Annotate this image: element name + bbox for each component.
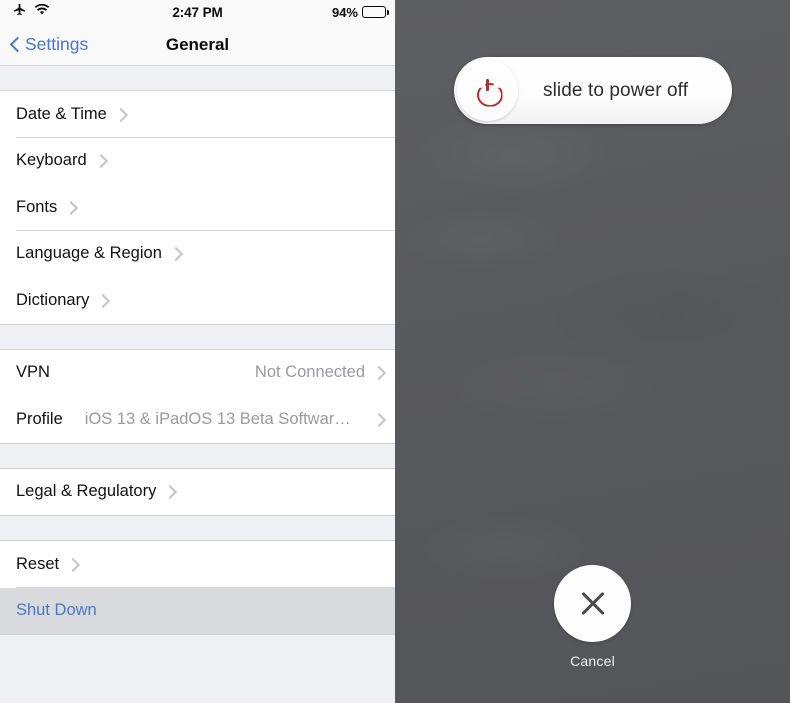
slide-to-power-off-slider[interactable]: slide to power off [454, 57, 732, 124]
navigation-bar: Settings General [0, 24, 395, 66]
row-profile[interactable]: Profile iOS 13 & iPadOS 13 Beta Softwar… [0, 396, 395, 443]
row-reset[interactable]: Reset [0, 541, 395, 588]
settings-general-panel: 2:47 PM 94% Settings General Date & Time [0, 0, 395, 703]
row-label: Language & Region [16, 244, 162, 263]
row-shut-down[interactable]: Shut Down [0, 587, 395, 634]
back-button-label: Settings [25, 34, 89, 54]
row-value: iOS 13 & iPadOS 13 Beta Softwar… [84, 409, 351, 428]
settings-group-4: Reset Shut Down [0, 540, 395, 635]
power-slider-knob[interactable] [457, 60, 518, 121]
status-bar-right: 94% [331, 4, 389, 20]
row-label: Date & Time [16, 104, 107, 123]
back-to-settings-button[interactable]: Settings [10, 34, 88, 55]
battery-icon [362, 6, 389, 18]
status-bar: 2:47 PM 94% [0, 0, 395, 24]
row-label: Shut Down [16, 601, 97, 620]
row-value: Not Connected [254, 363, 365, 382]
chevron-right-icon [98, 293, 107, 308]
chevron-right-icon [374, 365, 383, 380]
row-keyboard[interactable]: Keyboard [0, 137, 395, 184]
row-label: Profile [16, 409, 63, 428]
row-label: Legal & Regulatory [16, 482, 157, 501]
screen: 2:47 PM 94% Settings General Date & Time [0, 0, 790, 703]
close-x-icon [578, 589, 608, 619]
row-label: Fonts [16, 197, 58, 216]
settings-group-3: Legal & Regulatory [0, 467, 395, 516]
chevron-right-icon [66, 200, 75, 215]
row-language-and-region[interactable]: Language & Region [0, 230, 395, 277]
power-icon [476, 78, 500, 103]
airplane-icon [12, 2, 27, 22]
row-vpn[interactable]: VPN Not Connected [0, 349, 395, 396]
row-label: VPN [16, 363, 50, 382]
row-fonts[interactable]: Fonts [0, 184, 395, 231]
cancel-button[interactable] [554, 565, 631, 642]
chevron-right-icon [165, 484, 174, 499]
row-legal-and-regulatory[interactable]: Legal & Regulatory [0, 468, 395, 515]
power-off-overlay: slide to power off Cancel [395, 0, 790, 703]
chevron-right-icon [374, 412, 383, 427]
row-date-and-time[interactable]: Date & Time [0, 91, 395, 138]
group-separator [0, 635, 395, 663]
row-label: Reset [16, 554, 60, 573]
settings-group-1: Date & Time Keyboard Fonts Language & Re… [0, 90, 395, 325]
row-label: Keyboard [16, 151, 87, 170]
cancel-control: Cancel [395, 565, 790, 669]
chevron-right-icon [96, 153, 105, 168]
status-bar-left [12, 2, 50, 22]
chevron-right-icon [68, 557, 77, 572]
group-separator [0, 66, 395, 90]
settings-group-2: VPN Not Connected Profile iOS 13 & iPadO… [0, 348, 395, 444]
settings-table: Date & Time Keyboard Fonts Language & Re… [0, 66, 395, 703]
battery-percent-label: 94% [331, 4, 358, 20]
group-separator [0, 443, 395, 468]
chevron-right-icon [116, 107, 125, 122]
row-dictionary[interactable]: Dictionary [0, 277, 395, 324]
group-separator [0, 324, 395, 349]
wifi-icon [34, 3, 50, 21]
chevron-left-icon [10, 36, 21, 54]
slider-label: slide to power off [543, 79, 689, 101]
row-label: Dictionary [16, 290, 90, 309]
group-separator [0, 516, 395, 540]
cancel-button-label: Cancel [570, 653, 615, 669]
chevron-right-icon [171, 246, 180, 261]
